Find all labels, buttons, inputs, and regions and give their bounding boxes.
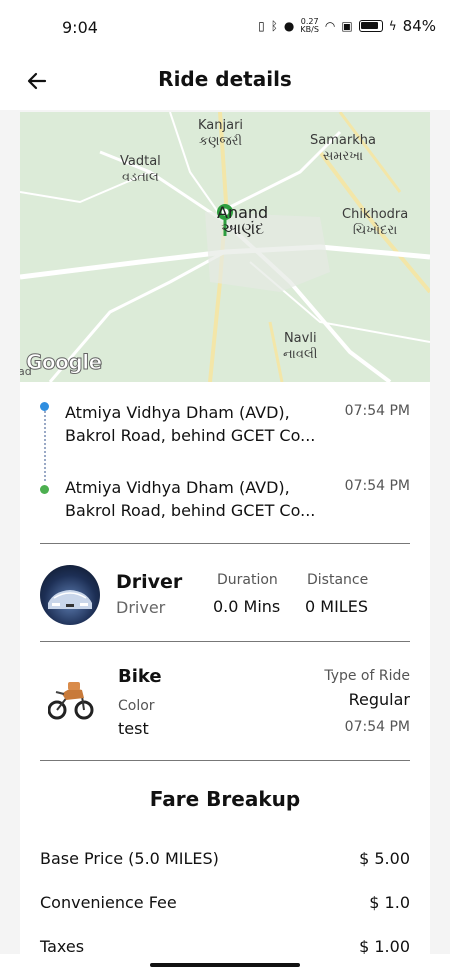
net-speed-unit: KB/S bbox=[300, 25, 319, 34]
ride-details-card: Kanjari કણજરી Samarkha સમરખા Vadtal વડતા… bbox=[20, 112, 430, 962]
driver-section: Driver Driver Duration 0.0 Mins Distance… bbox=[20, 545, 430, 641]
vehicle-name: Bike bbox=[118, 666, 162, 687]
drop-address: Atmiya Vidhya Dham (AVD), Bakrol Road, b… bbox=[65, 478, 316, 520]
distance-label: Distance bbox=[307, 572, 369, 588]
location-icon: ● bbox=[283, 19, 295, 33]
page-title: Ride details bbox=[158, 67, 292, 91]
route-connector bbox=[44, 411, 46, 481]
ride-type-label: Type of Ride bbox=[324, 668, 410, 684]
status-icons: ▯ ᛒ ● 0.27 KB/S ◠ ▣ ϟ 84% bbox=[258, 17, 436, 35]
map-label-samarkha-en: Samarkha bbox=[310, 133, 376, 148]
vehicle-color-label: Color bbox=[118, 698, 155, 714]
map-label-samarkha-gu: સમરખા bbox=[322, 149, 364, 164]
map-label-navli: Navli નાવલી bbox=[283, 331, 318, 363]
duration-value: 0.0 Mins bbox=[213, 597, 281, 616]
pickup-time: 07:54 PM bbox=[344, 403, 410, 419]
driver-avatar bbox=[40, 565, 100, 625]
fare-row: Base Price (5.0 MILES) $ 5.00 bbox=[40, 849, 410, 873]
fare-row-label: Convenience Fee bbox=[40, 893, 177, 912]
map-label-chikhodra-en: Chikhodra bbox=[342, 207, 409, 222]
fare-row: Convenience Fee $ 1.0 bbox=[40, 893, 410, 917]
battery-icon bbox=[358, 20, 383, 32]
driver-name: Driver bbox=[116, 571, 183, 593]
fare-breakup-title: Fare Breakup bbox=[149, 787, 301, 811]
bluetooth-icon: ᛒ bbox=[270, 19, 278, 33]
notification-icon: ▣ bbox=[341, 19, 353, 33]
map-label-kanjari-en: Kanjari bbox=[198, 118, 244, 133]
network-speed: 0.27 KB/S bbox=[300, 18, 319, 34]
map-edge-label: ad bbox=[20, 365, 32, 378]
ride-type-value: Regular bbox=[348, 690, 410, 709]
map-label-vadtal: Vadtal વડતાલ bbox=[120, 154, 161, 186]
drop-dot-icon bbox=[40, 485, 49, 494]
distance-value: 0 MILES bbox=[305, 597, 368, 616]
fare-row-value: $ 1.0 bbox=[369, 893, 410, 912]
route-section: Atmiya Vidhya Dham (AVD), Bakrol Road, b… bbox=[20, 397, 430, 537]
divider bbox=[40, 760, 410, 761]
charging-icon: ϟ bbox=[388, 19, 397, 33]
system-nav-bar bbox=[0, 954, 450, 975]
vehicle-color-value: test bbox=[118, 719, 149, 738]
status-bar: 9:04 ▯ ᛒ ● 0.27 KB/S ◠ ▣ ϟ 84% bbox=[0, 0, 450, 52]
status-time: 9:04 bbox=[62, 18, 98, 37]
map-label-samarkha: Samarkha સમરખા bbox=[310, 133, 376, 165]
bike-icon bbox=[48, 682, 94, 720]
car-photo-icon bbox=[48, 590, 92, 609]
map-label-navli-en: Navli bbox=[283, 331, 317, 346]
pickup-address: Atmiya Vidhya Dham (AVD), Bakrol Road, b… bbox=[65, 403, 316, 445]
pickup-dot-icon bbox=[40, 402, 49, 411]
duration-label: Duration bbox=[217, 572, 278, 588]
vehicle-time: 07:54 PM bbox=[344, 719, 410, 735]
map-label-vadtal-gu: વડતાલ bbox=[121, 170, 159, 185]
driver-role: Driver bbox=[116, 598, 166, 617]
vibrate-icon: ▯ bbox=[258, 19, 265, 33]
map-label-vadtal-en: Vadtal bbox=[120, 154, 161, 169]
divider bbox=[40, 543, 410, 544]
battery-percent: 84% bbox=[402, 17, 436, 35]
map-label-kanjari: Kanjari કણજરી bbox=[198, 118, 243, 150]
vehicle-section: Bike Color test Type of Ride Regular 07:… bbox=[20, 642, 430, 760]
drop-time: 07:54 PM bbox=[344, 478, 410, 494]
fare-row-label: Base Price (5.0 MILES) bbox=[40, 849, 219, 868]
fare-row-value: $ 5.00 bbox=[359, 849, 410, 868]
map-label-chikhodra: Chikhodra ચિખોદરા bbox=[342, 207, 408, 239]
gesture-handle[interactable] bbox=[150, 963, 300, 967]
map-label-navli-gu: નાવલી bbox=[283, 347, 318, 362]
map-label-kanjari-gu: કણજરી bbox=[198, 134, 243, 149]
map-label-anand-gu: આણંદ bbox=[220, 219, 265, 238]
map-label-chikhodra-gu: ચિખોદરા bbox=[352, 223, 398, 238]
route-map[interactable]: Kanjari કણજરી Samarkha સમરખા Vadtal વડતા… bbox=[20, 112, 430, 382]
app-bar: Ride details bbox=[0, 52, 450, 110]
google-attribution[interactable]: Google bbox=[26, 350, 103, 375]
wifi-icon: ◠ bbox=[324, 19, 336, 33]
map-label-anand: Anand આણંદ bbox=[217, 205, 268, 237]
